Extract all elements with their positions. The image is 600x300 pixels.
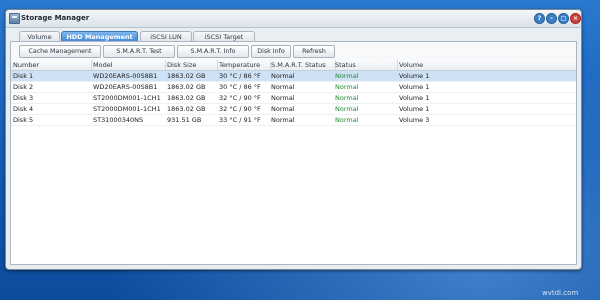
cell-smart-status: Normal [271,94,295,102]
cell-smart-status: Normal [271,72,295,80]
cell-status: Normal [335,94,359,102]
column-header-volume[interactable]: Volume [397,60,581,70]
cell-model: ST31000340NS [93,116,144,124]
cell-size: 1863.02 GB [167,94,206,102]
cell-status: Normal [335,105,359,113]
help-icon[interactable]: ? [534,13,545,24]
window-title: Storage Manager [21,14,90,22]
cell-volume: Volume 1 [399,72,430,80]
table-row[interactable]: Disk 5 ST31000340NS 931.51 GB 33 °C / 91… [11,115,576,126]
column-header-status[interactable]: Status [333,60,398,70]
table-row[interactable]: Disk 1 WD20EARS-00S8B1 1863.02 GB 30 °C … [11,71,576,82]
cell-smart-status: Normal [271,105,295,113]
table-row[interactable]: Disk 3 ST2000DM001-1CH1 1863.02 GB 32 °C… [11,93,576,104]
cell-model: WD20EARS-00S8B1 [93,72,158,80]
cell-number: Disk 3 [13,94,34,102]
refresh-button[interactable]: Refresh [293,45,335,58]
cell-volume: Volume 3 [399,116,430,124]
cell-number: Disk 5 [13,116,34,124]
storage-app-icon [9,13,20,24]
title-bar[interactable]: Storage Manager ? – □ × [6,10,581,28]
maximize-icon[interactable]: □ [558,13,569,24]
cell-size: 1863.02 GB [167,83,206,91]
cell-number: Disk 4 [13,105,34,113]
tab-bar: Volume HDD Management iSCSI LUN iSCSI Ta… [6,27,581,42]
cell-volume: Volume 1 [399,94,430,102]
cache-management-button[interactable]: Cache Management [19,45,101,58]
cell-volume: Volume 1 [399,105,430,113]
cell-volume: Volume 1 [399,83,430,91]
table-row[interactable]: Disk 2 WD20EARS-00S8B1 1863.02 GB 30 °C … [11,82,576,93]
cell-status: Normal [335,72,359,80]
cell-smart-status: Normal [271,83,295,91]
cell-number: Disk 1 [13,72,34,80]
hdd-management-panel: Cache Management S.M.A.R.T. Test S.M.A.R… [10,41,577,265]
cell-temperature: 32 °C / 90 °F [219,105,261,113]
table-row[interactable]: Disk 4 ST2000DM001-1CH1 1863.02 GB 32 °C… [11,104,576,115]
column-header-disk-size[interactable]: Disk Size [165,60,218,70]
cell-temperature: 30 °C / 86 °F [219,72,261,80]
toolbar: Cache Management S.M.A.R.T. Test S.M.A.R… [11,42,576,58]
column-header-smart-status[interactable]: S.M.A.R.T. Status [269,60,336,70]
cell-size: 1863.02 GB [167,105,206,113]
smart-test-button[interactable]: S.M.A.R.T. Test [103,45,175,58]
watermark-text: wvtdi.com [542,289,579,297]
storage-manager-window: Storage Manager ? – □ × Volume HDD Manag… [5,9,582,270]
cell-status: Normal [335,116,359,124]
cell-model: ST2000DM001-1CH1 [93,94,161,102]
table-header: Number Model Disk Size Temperature S.M.A… [11,60,576,71]
disk-table: Number Model Disk Size Temperature S.M.A… [11,60,576,264]
close-icon[interactable]: × [570,13,581,24]
smart-info-button[interactable]: S.M.A.R.T. Info [177,45,249,58]
disk-info-button[interactable]: Disk Info [251,45,291,58]
cell-size: 1863.02 GB [167,72,206,80]
cell-temperature: 33 °C / 91 °F [219,116,261,124]
column-header-temperature[interactable]: Temperature [217,60,271,70]
column-header-number[interactable]: Number [11,60,92,70]
cell-model: WD20EARS-00S8B1 [93,83,158,91]
cell-model: ST2000DM001-1CH1 [93,105,161,113]
cell-size: 931.51 GB [167,116,202,124]
cell-number: Disk 2 [13,83,34,91]
cell-temperature: 32 °C / 90 °F [219,94,261,102]
minimize-icon[interactable]: – [546,13,557,24]
cell-status: Normal [335,83,359,91]
cell-smart-status: Normal [271,116,295,124]
column-header-model[interactable]: Model [91,60,166,70]
cell-temperature: 30 °C / 86 °F [219,83,261,91]
